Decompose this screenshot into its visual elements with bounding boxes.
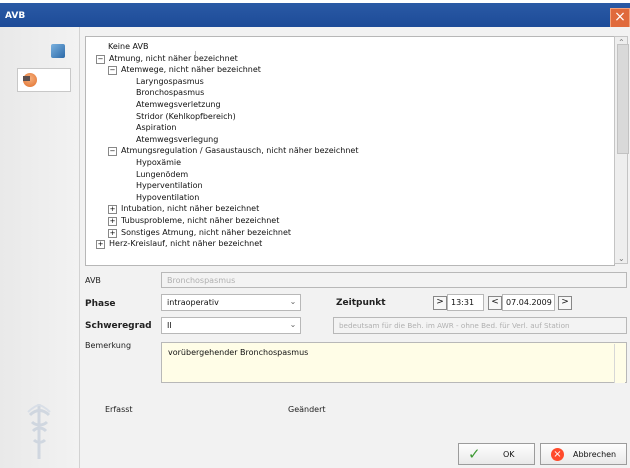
geaendert-label: Geändert: [288, 405, 326, 414]
tree-item[interactable]: Bronchospasmus: [124, 87, 204, 99]
tree-item[interactable]: Atemwegsverlegung: [124, 134, 218, 146]
tree-item[interactable]: Hyperventilation: [124, 180, 203, 192]
phase-label: Phase: [85, 299, 116, 309]
tree-item[interactable]: + Intubation, nicht näher bezeichnet: [108, 203, 259, 215]
phase-select[interactable]: intraoperativ ⌄: [161, 294, 301, 311]
ok-button[interactable]: ✓ OK: [458, 443, 535, 465]
tree-item[interactable]: Stridor (Kehlkopfbereich): [124, 111, 236, 123]
zeitpunkt-label: Zeitpunkt: [336, 298, 386, 308]
check-icon: ✓: [468, 445, 481, 463]
phase-value: intraoperativ: [167, 298, 219, 307]
schweregrad-description: bedeutsam für die Beh. im AWR - ohne Bed…: [333, 317, 627, 334]
document-icon[interactable]: [51, 44, 65, 58]
time-next-button[interactable]: >: [433, 296, 447, 310]
tree-item[interactable]: Lungenödem: [124, 169, 188, 181]
schweregrad-select[interactable]: II ⌄: [161, 317, 301, 334]
tree-item[interactable]: Atemwegsverletzung: [124, 99, 221, 111]
tree-item[interactable]: + Tubusprobleme, nicht näher bezeichnet: [108, 215, 279, 227]
date-next-button[interactable]: >: [558, 296, 572, 310]
time-field[interactable]: 13:31: [447, 294, 484, 311]
cancel-button[interactable]: × Abbrechen: [540, 443, 627, 465]
tree-item[interactable]: − Atmungsregulation / Gasaustausch, nicht…: [108, 145, 358, 157]
tree-item[interactable]: + Herz-Kreislauf, nicht näher bezeichnet: [96, 238, 262, 250]
textarea-scrollbar[interactable]: [614, 344, 625, 383]
date-prev-button[interactable]: <: [488, 296, 502, 310]
chevron-down-icon[interactable]: ⌄: [288, 320, 298, 331]
tree-item-label: Atemwegsverlegung: [136, 134, 219, 144]
avb-dialog: AVB × Keine AVB − Atmung, nicht näher beze…: [0, 0, 630, 468]
date-field[interactable]: 07.04.2009: [502, 294, 555, 311]
tree-item[interactable]: − Atmung, nicht näher bezeichnet: [96, 53, 238, 65]
avb-selected-field: Bronchospasmus: [161, 272, 627, 288]
scroll-thumb[interactable]: [617, 44, 629, 154]
tree-item-label: Herz-Kreislauf, nicht näher bezeichnet: [109, 239, 263, 249]
tree-item-label: Atemwege, nicht näher bezeichnet: [121, 65, 261, 75]
patient-icon-button[interactable]: [17, 68, 71, 92]
tree-item[interactable]: Keine AVB: [96, 41, 148, 53]
tree-item[interactable]: Laryngospasmus: [124, 76, 204, 88]
tree-item-label: Atemwegsverletzung: [136, 100, 221, 109]
bemerkung-textarea[interactable]: vorübergehender Bronchospasmus: [161, 342, 627, 383]
tree-item-label: Aspiration: [136, 123, 177, 133]
expand-icon[interactable]: +: [108, 205, 117, 215]
tree-item-label: Stridor (Kehlkopfbereich): [136, 111, 236, 121]
chevron-down-icon[interactable]: ⌄: [288, 297, 298, 308]
title-bar: AVB ×: [0, 3, 630, 28]
tree-item[interactable]: − Atemwege, nicht näher bezeichnet: [108, 64, 261, 76]
collapse-icon[interactable]: −: [108, 66, 117, 76]
tree-item-label: Hypoxämie: [136, 158, 182, 167]
bemerkung-label: Bemerkung: [85, 341, 132, 350]
tree-item[interactable]: Hypoventilation: [124, 192, 199, 204]
tree-item-label: Atmung, nicht näher bezeichnet: [109, 53, 238, 63]
tree-item-label: Tubusprobleme, nicht näher bezeichnet: [121, 216, 280, 225]
tree-item[interactable]: + Sonstiges Atmung, nicht näher bezeichne…: [108, 227, 291, 239]
tree-item-label: Bronchospasmus: [136, 88, 205, 98]
ok-button-label: OK: [503, 450, 515, 459]
tree-item-label: Intubation, nicht näher bezeichnet: [121, 204, 260, 214]
tree-item[interactable]: Aspiration: [124, 122, 176, 134]
cancel-icon: ×: [551, 448, 564, 461]
tree-scrollbar[interactable]: ⌃ ⌄: [614, 36, 629, 264]
window-title: AVB: [5, 11, 26, 21]
avb-label: AVB: [85, 276, 101, 285]
tree-item-label: Hypoventilation: [136, 192, 200, 202]
tree-item[interactable]: Hypoxämie: [124, 157, 181, 169]
bemerkung-text: vorübergehender Bronchospasmus: [168, 348, 309, 357]
tree-item-label: Lungenödem: [136, 169, 189, 179]
cancel-button-label: Abbrechen: [573, 450, 617, 459]
erfasst-label: Erfasst: [105, 405, 133, 414]
expand-icon[interactable]: +: [96, 240, 105, 250]
collapse-icon[interactable]: −: [108, 147, 117, 157]
caduceus-icon: [27, 403, 51, 459]
schweregrad-label: Schweregrad: [85, 321, 152, 331]
expand-icon[interactable]: +: [108, 228, 117, 238]
tree-item-label: Atmungsregulation / Gasaustausch, nicht …: [121, 146, 359, 156]
scroll-down-icon[interactable]: ⌄: [618, 254, 625, 263]
tree-item-label: Laryngospasmus: [136, 76, 204, 86]
expand-icon[interactable]: +: [108, 217, 117, 226]
tree-item-label: Hyperventilation: [136, 181, 203, 191]
close-icon[interactable]: ×: [610, 8, 630, 28]
tree-item-label: Keine AVB: [108, 42, 149, 51]
schweregrad-value: II: [167, 321, 172, 330]
collapse-icon[interactable]: −: [96, 54, 105, 64]
avb-tree[interactable]: Keine AVB − Atmung, nicht näher bezeichnet…: [85, 36, 615, 266]
tree-item-label: Sonstiges Atmung, nicht näher bezeichnet: [121, 227, 292, 237]
